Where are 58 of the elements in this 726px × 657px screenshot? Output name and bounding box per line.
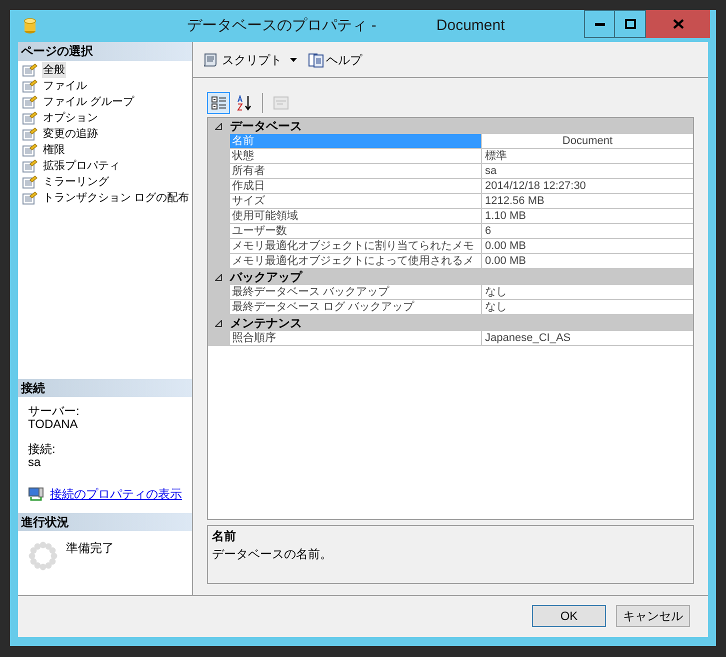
property-name[interactable]: 照合順序 [230,331,482,346]
connection-properties-link[interactable]: 接続のプロパティの表示 [50,485,182,503]
page-icon [22,159,38,173]
property-name[interactable]: メモリ最適化オブジェクトによって使用されるメ [230,254,482,269]
property-pages-icon [272,96,288,110]
script-button[interactable]: スクリプト [201,48,301,70]
window-title: Document [436,16,505,36]
page-list-item[interactable]: 権限 [42,142,66,158]
page-icon [22,175,38,189]
property-value: Japanese_CI_AS [482,331,693,346]
close-icon [672,19,684,29]
category-header[interactable]: データベース [230,117,302,135]
database-icon [24,18,36,34]
section-header: ページの選択 [18,42,192,61]
cancel-button[interactable]: キャンセル [616,605,690,627]
field-value: TODANA [28,418,79,431]
page-icon [22,95,38,109]
page-icon [22,143,38,157]
section-header: 進行状況 [18,513,192,531]
section-header: 接続 [18,379,192,397]
computer-icon [28,486,44,502]
page-list-item[interactable]: 全般 [42,62,66,78]
page-icon [22,79,38,93]
page-icon [22,191,38,205]
page-list-item[interactable]: トランザクション ログの配布 [42,190,190,206]
help-button[interactable]: ヘルプ [307,48,363,70]
page-list-item[interactable]: ファイル グループ [42,94,136,110]
sort-icon [236,95,252,111]
categorized-view-button[interactable] [207,92,230,114]
close-button[interactable] [646,10,710,38]
documents-icon [308,52,324,68]
progress-status: 準備完了 [66,540,114,557]
description-text: データベースの名前。 [212,546,333,563]
property-value: 0.00 MB [482,254,693,269]
spinner-icon [28,541,58,571]
field-value: sa [28,456,42,469]
ok-button[interactable]: OK [532,605,606,627]
categorized-list-icon [210,95,226,111]
description-title: 名前 [212,528,237,545]
property-name[interactable]: 最終データベース ログ バックアップ [230,300,482,315]
page-icon [22,63,38,77]
field-label: 接続: [28,443,56,456]
minimize-button[interactable] [584,10,615,38]
page-icon [22,111,38,125]
caret-icon [287,56,300,64]
category-header[interactable]: バックアップ [230,268,302,286]
page-list-item[interactable]: ミラーリング [42,174,110,190]
page-list-item[interactable]: 変更の追跡 [42,126,99,142]
page-list-item[interactable]: ファイル [42,78,88,94]
property-value: なし [482,300,693,315]
window-title: データベースのプロパティ - [187,16,376,36]
page-list-item[interactable]: オプション [42,110,99,126]
minimize-icon [594,22,604,26]
maximize-icon [624,19,636,29]
page-icon [22,127,38,141]
category-header[interactable]: メンテナンス [230,314,302,332]
page-list-item[interactable]: 拡張プロパティ [42,158,121,174]
field-label: サーバー: [28,405,80,418]
